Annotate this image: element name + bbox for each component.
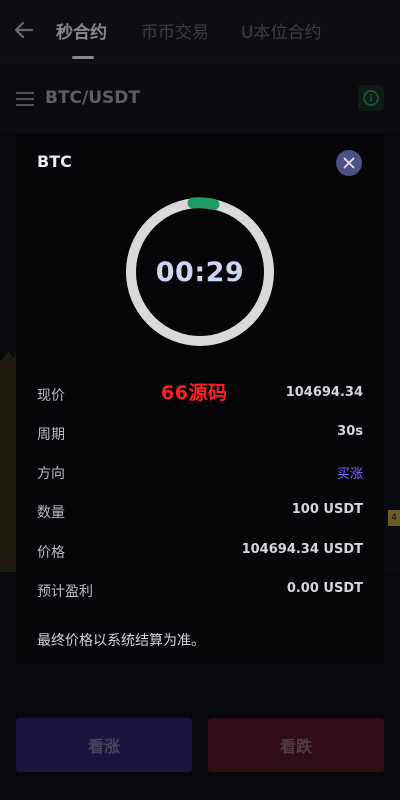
- countdown-timer: 00:29: [155, 256, 245, 288]
- row-value: 0.00 USDT: [286, 581, 363, 596]
- modal-title: BTC: [37, 152, 72, 171]
- row-value: 30s: [337, 424, 363, 439]
- row-price: 价格 104694.34 USDT: [37, 542, 363, 566]
- row-label: 预计盈利: [37, 584, 93, 600]
- close-button[interactable]: [336, 150, 362, 176]
- row-period: 周期 30s: [37, 424, 363, 448]
- row-label: 周期: [37, 427, 65, 443]
- row-value: 104694.34 USDT: [241, 542, 363, 557]
- row-value: 104694.34: [285, 385, 363, 400]
- settlement-note: 最终价格以系统结算为准。: [37, 633, 205, 649]
- row-value: 买涨: [336, 467, 363, 482]
- row-current-price: 现价 104694.34: [37, 385, 363, 409]
- row-value: 100 USDT: [291, 502, 363, 517]
- row-expected-profit: 预计盈利 0.00 USDT: [37, 581, 363, 605]
- order-countdown-modal: BTC 00:29 66源码 现价 104694.34 周期 30s 方向 买涨…: [16, 133, 384, 663]
- row-label: 方向: [37, 466, 65, 482]
- row-label: 现价: [37, 388, 65, 404]
- row-label: 数量: [37, 505, 65, 521]
- row-direction: 方向 买涨: [37, 463, 363, 487]
- row-label: 价格: [37, 545, 65, 561]
- row-quantity: 数量 100 USDT: [37, 502, 363, 526]
- close-icon: [343, 157, 355, 169]
